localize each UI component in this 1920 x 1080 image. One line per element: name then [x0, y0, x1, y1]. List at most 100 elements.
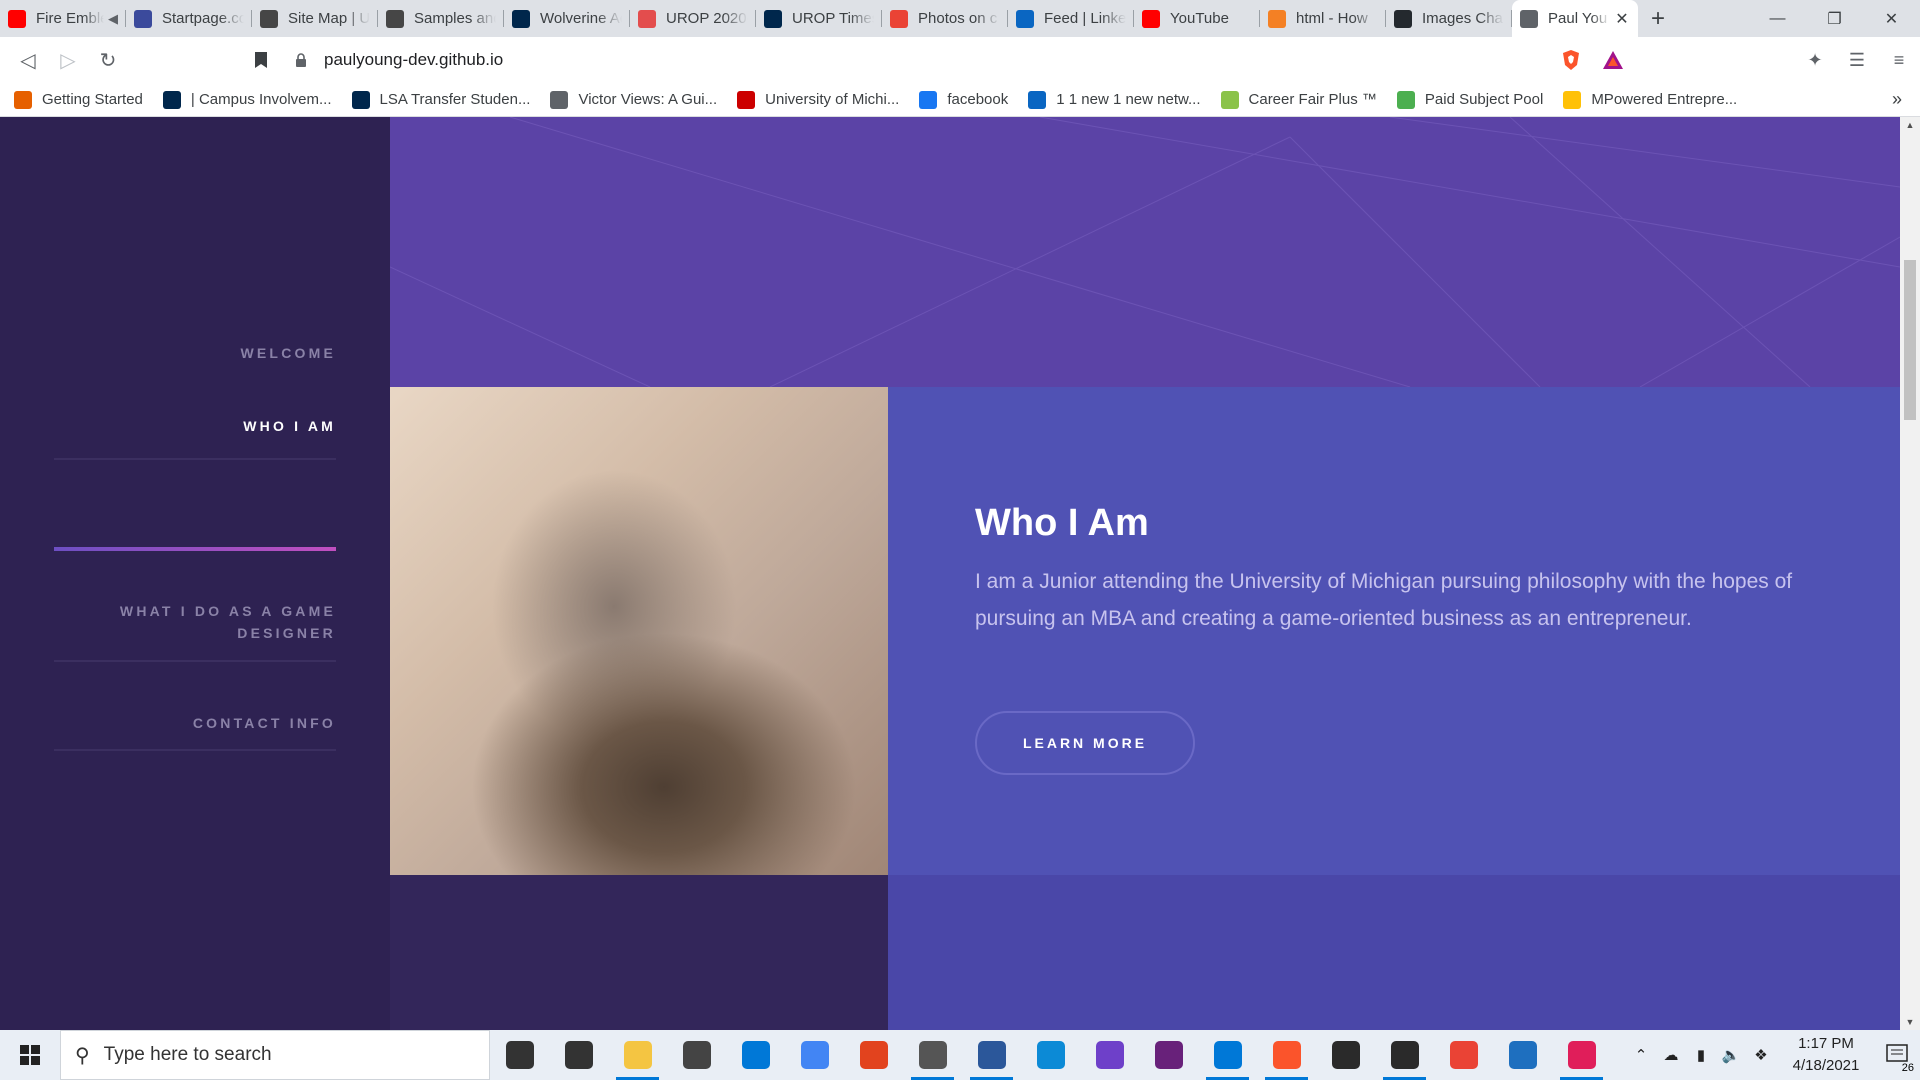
- edge-icon[interactable]: [1021, 1030, 1080, 1080]
- reload-icon[interactable]: ↻: [88, 40, 128, 80]
- close-window-icon[interactable]: ✕: [1863, 0, 1920, 37]
- clock-date: 4/18/2021: [1792, 1057, 1860, 1074]
- playlist-icon[interactable]: ☰: [1836, 40, 1878, 80]
- new-tab-icon[interactable]: +: [1638, 0, 1678, 37]
- bookmark-item[interactable]: Getting Started: [14, 90, 143, 109]
- startpage-icon: [134, 9, 152, 28]
- vscode-icon[interactable]: [1198, 1030, 1257, 1080]
- bookmark-label: MPowered Entrepre...: [1591, 91, 1738, 108]
- volume-icon[interactable]: 🔈: [1716, 1046, 1746, 1064]
- visual-studio-icon[interactable]: [1139, 1030, 1198, 1080]
- browser-tab[interactable]: YouTube: [1134, 0, 1260, 37]
- browser-tab[interactable]: UROP 2020-: [630, 0, 756, 37]
- action-center-icon[interactable]: 26: [1876, 1030, 1920, 1080]
- epic-games-icon[interactable]: [1316, 1030, 1375, 1080]
- bookmark-item[interactable]: MPowered Entrepre...: [1563, 90, 1738, 109]
- browser-tab[interactable]: UROP Times: [756, 0, 882, 37]
- chrome-icon[interactable]: [785, 1030, 844, 1080]
- bookmark-label: University of Michi...: [765, 91, 900, 108]
- scroll-thumb[interactable]: [1904, 260, 1916, 420]
- taskbar-search-input[interactable]: ⚲ Type here to search: [60, 1030, 490, 1080]
- nav-game-designer[interactable]: WHAT I DO AS A GAME DESIGNER: [96, 600, 336, 644]
- task-view-icon[interactable]: [549, 1030, 608, 1080]
- lsa-icon: [351, 90, 370, 109]
- bookmarks-overflow-icon[interactable]: »: [1892, 89, 1902, 110]
- battery-icon[interactable]: ▮: [1686, 1046, 1716, 1064]
- bookmark-item[interactable]: University of Michi...: [737, 90, 900, 109]
- nav-active-indicator: [54, 547, 336, 551]
- banner-lines: [390, 117, 1900, 387]
- snip-icon[interactable]: [903, 1030, 962, 1080]
- github-desktop-icon[interactable]: [1080, 1030, 1139, 1080]
- edge-icon-glyph: [1036, 1041, 1065, 1069]
- browser-tab[interactable]: Site Map | UROP: [252, 0, 378, 37]
- bookmark-item[interactable]: 1 1 new 1 new netw...: [1028, 90, 1201, 109]
- lock-icon[interactable]: [290, 41, 312, 79]
- taskbar-clock[interactable]: 1:17 PM 4/18/2021: [1776, 1033, 1876, 1077]
- umich-icon: [162, 90, 181, 109]
- photos-icon[interactable]: [1493, 1030, 1552, 1080]
- tray-overflow-icon[interactable]: ⌃: [1626, 1046, 1656, 1064]
- bookmark-item[interactable]: Paid Subject Pool: [1396, 90, 1543, 109]
- browser-tab[interactable]: Samples and: [378, 0, 504, 37]
- bookmark-item[interactable]: | Campus Involvem...: [162, 90, 332, 109]
- bookmark-label: LSA Transfer Studen...: [379, 91, 531, 108]
- bookmark-item[interactable]: facebook: [919, 90, 1009, 109]
- bookmark-icon[interactable]: [248, 45, 274, 75]
- mail-icon[interactable]: [726, 1030, 785, 1080]
- bookmarks-bar: Getting Started | Campus Involvem... LSA T…: [0, 83, 1920, 117]
- browser-tab[interactable]: Images Cha: [1386, 0, 1512, 37]
- bookmark-item[interactable]: Victor Views: A Gui...: [550, 90, 717, 109]
- minimize-icon[interactable]: —: [1749, 0, 1806, 37]
- browser-tab[interactable]: Startpage.com: [126, 0, 252, 37]
- scroll-down-icon[interactable]: ▼: [1900, 1014, 1920, 1030]
- slack-icon[interactable]: [1552, 1030, 1611, 1080]
- epic-games-icon[interactable]: [1375, 1030, 1434, 1080]
- word-icon[interactable]: [962, 1030, 1021, 1080]
- cortana-icon[interactable]: [490, 1030, 549, 1080]
- nav-contact-info[interactable]: CONTACT INFO: [54, 712, 336, 734]
- github-desktop-icon-glyph: [1095, 1041, 1124, 1069]
- office-icon[interactable]: [844, 1030, 903, 1080]
- restore-icon[interactable]: ❐: [1806, 0, 1863, 37]
- epic-games-icon-glyph: [1331, 1041, 1360, 1069]
- browser-tab[interactable]: Feed | LinkedIn: [1008, 0, 1134, 37]
- forward-icon[interactable]: ▷: [48, 40, 88, 80]
- bookmark-item[interactable]: Career Fair Plus ™: [1220, 90, 1377, 109]
- browser-tab[interactable]: Fire Emblem◀: [0, 0, 126, 37]
- extensions-icon[interactable]: ✦: [1794, 40, 1836, 80]
- clock-time: 1:17 PM: [1798, 1035, 1854, 1052]
- search-icon: ⚲: [75, 1044, 90, 1067]
- browser-tab[interactable]: Photos on c: [882, 0, 1008, 37]
- nav-welcome[interactable]: WELCOME: [54, 342, 336, 364]
- mpowered-icon: [1563, 90, 1582, 109]
- tab-close-icon[interactable]: ✕: [1614, 9, 1630, 29]
- onedrive-icon[interactable]: ☁: [1656, 1046, 1686, 1064]
- browser-tab[interactable]: Paul You ✕: [1512, 0, 1638, 37]
- tab-audio-icon[interactable]: ◀: [108, 11, 118, 27]
- url-text[interactable]: paulyoung-dev.github.io: [324, 50, 503, 70]
- brave-rewards-icon[interactable]: [1592, 40, 1634, 80]
- bookmark-item[interactable]: LSA Transfer Studen...: [351, 90, 531, 109]
- browser-tab[interactable]: Wolverine Access: [504, 0, 630, 37]
- address-bar[interactable]: paulyoung-dev.github.io: [290, 41, 1545, 79]
- scroll-up-icon[interactable]: ▲: [1900, 117, 1920, 133]
- dropbox-icon[interactable]: ❖: [1746, 1046, 1776, 1064]
- store-icon[interactable]: [667, 1030, 726, 1080]
- bookmark-label: facebook: [947, 91, 1009, 108]
- visual-studio-icon-glyph: [1154, 1041, 1183, 1069]
- brave-shield-icon[interactable]: [1550, 40, 1592, 80]
- learn-more-button[interactable]: LEARN MORE: [975, 711, 1195, 775]
- system-tray: ⌃ ☁ ▮ 🔈 ❖ 1:17 PM 4/18/2021 26: [1626, 1030, 1920, 1080]
- browser-tab[interactable]: html - How: [1260, 0, 1386, 37]
- windows-start-icon[interactable]: [0, 1030, 60, 1080]
- brave-icon[interactable]: [1257, 1030, 1316, 1080]
- chrome-canary-icon[interactable]: [1434, 1030, 1493, 1080]
- back-icon[interactable]: ◁: [8, 40, 48, 80]
- taskbar-apps: [490, 1030, 1611, 1080]
- file-explorer-icon[interactable]: [608, 1030, 667, 1080]
- menu-icon[interactable]: ≡: [1878, 40, 1920, 80]
- chrome-icon-glyph: [800, 1041, 829, 1069]
- nav-who-i-am[interactable]: WHO I AM: [54, 415, 336, 437]
- page-scrollbar[interactable]: ▲ ▼: [1900, 117, 1920, 1030]
